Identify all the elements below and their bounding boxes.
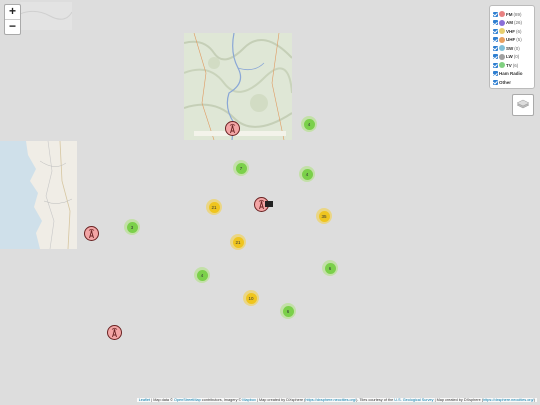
checkbox-fm[interactable]: [493, 11, 498, 17]
radio-tower-marker[interactable]: [225, 121, 240, 136]
legend-label-am: AM: [506, 20, 513, 25]
cluster-count: 4: [301, 168, 313, 180]
cluster-count: 6: [282, 305, 294, 317]
marker-cluster[interactable]: 3: [124, 219, 140, 235]
attribution-text: | Map created by DXsphere (: [433, 398, 484, 402]
cluster-count: 21: [232, 236, 244, 248]
checkbox-lw[interactable]: [493, 54, 498, 59]
layers-toggle-button[interactable]: [512, 94, 534, 116]
zoom-out-button[interactable]: −: [5, 19, 20, 34]
checkbox-sw[interactable]: [493, 45, 498, 51]
cluster-count: 4: [303, 118, 315, 130]
checkbox-am[interactable]: [493, 20, 498, 25]
sw-icon: [499, 45, 505, 51]
radio-tower-icon: [229, 123, 236, 134]
marker-cluster[interactable]: 10: [243, 290, 259, 306]
legend-row-sw[interactable]: SW (0): [493, 44, 520, 52]
legend-count-tv: (6): [512, 62, 519, 68]
marker-cluster[interactable]: 4: [194, 267, 210, 283]
zoom-control: + −: [4, 4, 21, 35]
legend-count-vhf: (6): [516, 28, 522, 34]
legend-label-sw: SW: [506, 45, 514, 51]
checkbox-other[interactable]: [493, 79, 498, 85]
legend-label-uhf: UHF: [506, 37, 516, 42]
legend-row-vhf[interactable]: VHF (6): [493, 27, 522, 35]
mapbox-link[interactable]: Mapbox: [242, 398, 256, 402]
cluster-count: 3: [126, 221, 138, 233]
checkbox-ham-radio[interactable]: [493, 71, 498, 76]
attribution-text: contributors, Imagery ©: [200, 398, 243, 402]
legend-label-other: Other: [499, 79, 512, 85]
openstreetmap-link[interactable]: OpenStreetMap: [174, 398, 201, 402]
legend-count-am: (26): [514, 20, 523, 25]
legend-count-lw: (0): [513, 54, 520, 59]
legend-row-ham-radio[interactable]: Ham Radio: [493, 70, 523, 78]
checkbox-uhf[interactable]: [493, 37, 498, 42]
legend-count-uhf: (5): [516, 37, 522, 42]
map-attribution: Leaflet | Map data © OpenStreetMap contr…: [136, 398, 537, 402]
am-icon: [499, 19, 505, 26]
leaflet-link[interactable]: Leaflet: [139, 398, 150, 402]
checkbox-vhf[interactable]: [493, 28, 498, 34]
lw-icon: [499, 53, 505, 60]
marker-cluster[interactable]: 6: [322, 260, 338, 276]
attribution-text: ): [533, 398, 535, 402]
marker-cluster[interactable]: 4: [301, 116, 317, 132]
legend-row-am[interactable]: AM (26): [493, 19, 522, 27]
marker-cluster[interactable]: 21: [206, 199, 222, 215]
dxsphere-link[interactable]: https://dxsphere.neocities.org/: [305, 398, 356, 402]
radio-tower-icon: [111, 327, 118, 338]
legend-label-tv: TV: [506, 62, 512, 68]
marker-cluster[interactable]: 4: [299, 166, 315, 182]
cluster-count: 4: [196, 269, 208, 281]
legend-count-fm: (89): [513, 11, 522, 17]
map-canvas[interactable]: 4 7 4 21 35 3 21 6 4 10 6 + − FM (89) AM(…: [0, 0, 540, 405]
marker-cluster[interactable]: 6: [280, 303, 296, 319]
legend-row-fm[interactable]: FM (89): [493, 10, 522, 18]
radio-tower-marker[interactable]: [107, 325, 122, 340]
legend-label-fm: FM: [506, 11, 513, 17]
attribution-text: | Map data ©: [150, 398, 174, 402]
cluster-count: 7: [235, 162, 247, 174]
legend-row-other[interactable]: Other: [493, 78, 511, 86]
marker-cluster[interactable]: 21: [230, 234, 246, 250]
fm-icon: [499, 11, 505, 17]
vhf-icon: [499, 28, 505, 34]
dxsphere-link[interactable]: https://dxsphere.neocities.org/: [483, 398, 534, 402]
cluster-count: 6: [324, 262, 336, 274]
radio-tower-icon: [88, 228, 95, 239]
legend-row-tv[interactable]: TV (6): [493, 61, 518, 69]
uhf-icon: [499, 36, 505, 43]
map-tile-corner: [20, 2, 72, 30]
legend-label-vhf: VHF: [506, 28, 515, 34]
map-tile-coast: [0, 141, 77, 249]
attribution-text: ). Tiles courtesy of the: [356, 398, 395, 402]
checkbox-tv[interactable]: [493, 62, 498, 68]
tv-icon: [499, 62, 505, 68]
cluster-count: 21: [208, 201, 220, 213]
marker-cluster[interactable]: 7: [233, 160, 249, 176]
zoom-in-button[interactable]: +: [5, 5, 20, 19]
legend-label-lw: LW: [506, 54, 513, 59]
legend-count-sw: (0): [514, 45, 520, 51]
cluster-count: 35: [318, 210, 330, 222]
station-filter-legend: FM (89) AM (26) VHF (6) UHF (5) SW (0) LW (0) …: [489, 5, 535, 89]
marker-cluster[interactable]: 35: [316, 208, 332, 224]
legend-label-ham-radio: Ham Radio: [499, 71, 523, 76]
cluster-count: 10: [245, 292, 257, 304]
attribution-text: | Map created by DXsphere (: [255, 398, 306, 402]
layers-icon: [516, 99, 530, 109]
usgs-link[interactable]: U.S. Geological Survey: [394, 398, 433, 402]
radio-tower-marker[interactable]: [84, 226, 99, 241]
legend-row-uhf[interactable]: UHF (5): [493, 36, 522, 44]
station-label-flag[interactable]: [265, 201, 273, 207]
legend-row-lw[interactable]: LW (0): [493, 53, 519, 61]
